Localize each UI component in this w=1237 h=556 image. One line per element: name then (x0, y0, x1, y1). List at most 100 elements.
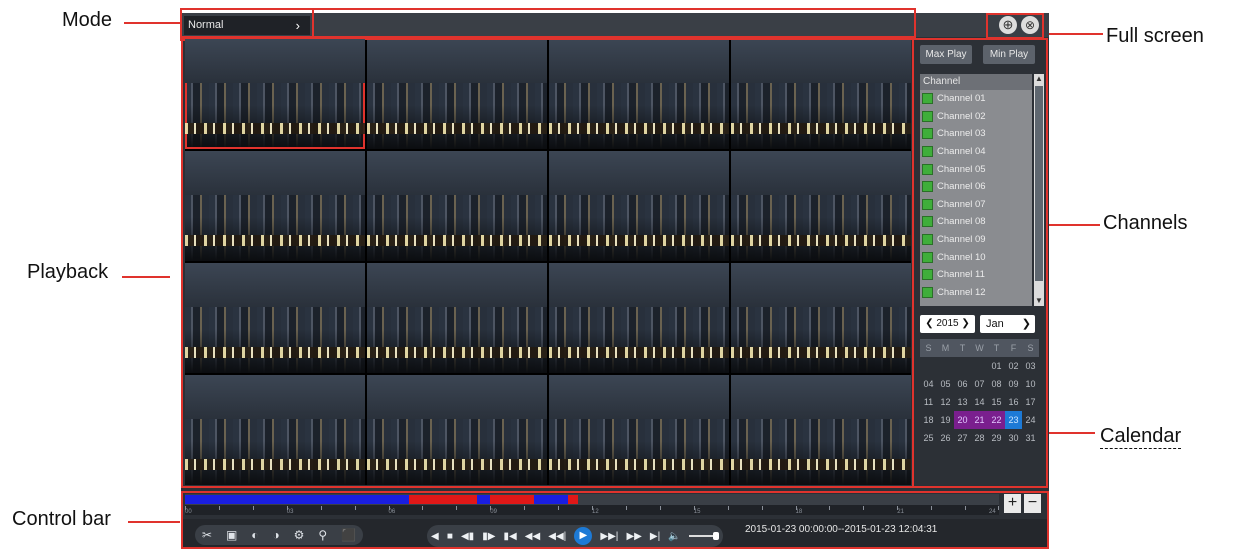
calendar-day[interactable]: 24 (1022, 411, 1039, 429)
playback-tile[interactable] (185, 375, 365, 485)
calendar-day[interactable]: 31 (1022, 429, 1039, 447)
min-play-button[interactable]: Min Play (983, 45, 1035, 64)
playback-tile[interactable] (185, 39, 365, 149)
channel-checkbox[interactable] (922, 93, 933, 105)
calendar-day[interactable]: 26 (937, 429, 954, 447)
channel-item[interactable]: Channel 01 (922, 90, 1032, 108)
calendar-day[interactable]: 25 (920, 429, 937, 447)
scroll-down-icon[interactable]: ▼ (1034, 296, 1044, 306)
frame-forward-icon[interactable]: ▮▶ (482, 531, 495, 542)
calendar-day[interactable]: 28 (971, 429, 988, 447)
chevron-left-icon[interactable]: ❮ (925, 318, 936, 329)
stop-icon[interactable]: ■ (447, 531, 453, 542)
record-segment[interactable] (568, 495, 579, 504)
calendar-day[interactable]: 18 (920, 411, 937, 429)
record-segment[interactable] (534, 495, 569, 504)
channel-item[interactable]: Channel 12 (922, 284, 1032, 302)
calendar-day[interactable]: 20 (954, 411, 971, 429)
scroll-up-icon[interactable]: ▲ (1034, 74, 1044, 84)
camera-icon[interactable]: ⬛ (341, 528, 356, 542)
calendar-day[interactable]: 22 (988, 411, 1005, 429)
calendar-day[interactable]: 10 (1022, 375, 1039, 393)
max-play-button[interactable]: Max Play (920, 45, 972, 64)
playback-tile[interactable] (549, 263, 729, 373)
snapshot-icon[interactable]: ◐ (251, 528, 258, 542)
calendar-day[interactable]: 15 (988, 393, 1005, 411)
channel-scrollbar[interactable]: ▲ ▼ (1034, 74, 1044, 306)
calendar-day[interactable]: 11 (920, 393, 937, 411)
playback-tile[interactable] (367, 39, 547, 149)
calendar-day[interactable]: 01 (988, 357, 1005, 375)
calendar-day[interactable]: 29 (988, 429, 1005, 447)
calendar-day[interactable]: 12 (937, 393, 954, 411)
channel-item[interactable]: Channel 03 (922, 125, 1032, 143)
calendar-day[interactable]: 04 (920, 375, 937, 393)
channel-checkbox[interactable] (922, 163, 933, 175)
playback-tile[interactable] (731, 263, 911, 373)
channel-item[interactable]: Channel 02 (922, 108, 1032, 126)
volume-icon[interactable]: 🔈 (668, 531, 680, 542)
chevron-right-icon[interactable]: ❯ (959, 318, 969, 329)
playback-tile[interactable] (549, 151, 729, 261)
calendar-day[interactable]: 16 (1005, 393, 1022, 411)
calendar-day[interactable]: 21 (971, 411, 988, 429)
playback-tile[interactable] (367, 375, 547, 485)
channel-checkbox[interactable] (922, 146, 933, 158)
play-icon[interactable]: ▶ (574, 527, 593, 545)
calendar-day[interactable]: 17 (1022, 393, 1039, 411)
channel-checkbox[interactable] (922, 251, 933, 263)
fullscreen-icon[interactable]: ⊕ (999, 16, 1017, 34)
channel-checkbox[interactable] (922, 128, 933, 140)
calendar-day[interactable]: 05 (937, 375, 954, 393)
cut-icon[interactable]: ✂ (202, 528, 212, 542)
reverse-play-icon[interactable]: ◀ (431, 531, 439, 542)
zoom-in-button[interactable]: + (1004, 494, 1021, 513)
channel-checkbox[interactable] (922, 269, 933, 281)
channel-item[interactable]: Channel 10 (922, 248, 1032, 266)
year-selector[interactable]: ❮ 2015 ❯ (920, 315, 975, 333)
playback-tile[interactable] (731, 151, 911, 261)
calendar-day[interactable]: 08 (988, 375, 1005, 393)
calendar-day[interactable]: 23 (1005, 411, 1022, 429)
scroll-thumb[interactable] (1035, 86, 1043, 281)
calendar-day[interactable]: 13 (954, 393, 971, 411)
channel-checkbox[interactable] (922, 234, 933, 246)
channel-item[interactable]: Channel 04 (922, 143, 1032, 161)
calendar-day[interactable]: 09 (1005, 375, 1022, 393)
record-segment[interactable] (185, 495, 409, 504)
calendar-day[interactable]: 30 (1005, 429, 1022, 447)
channel-checkbox[interactable] (922, 110, 933, 122)
timeline-track[interactable] (185, 494, 999, 505)
close-icon[interactable]: ⊗ (1021, 16, 1039, 34)
channel-checkbox[interactable] (922, 181, 933, 193)
record-segment[interactable] (476, 495, 491, 504)
calendar-day[interactable]: 03 (1022, 357, 1039, 375)
calendar-day[interactable]: 06 (954, 375, 971, 393)
month-selector[interactable]: Jan ❯ (980, 315, 1035, 333)
next-icon[interactable]: ▶| (650, 531, 660, 542)
playback-tile[interactable] (185, 263, 365, 373)
playback-tile[interactable] (731, 39, 911, 149)
calendar-day[interactable]: 07 (971, 375, 988, 393)
tag-icon[interactable]: ◑ (272, 528, 279, 542)
save-icon[interactable]: ▣ (226, 528, 237, 542)
mode-selector[interactable]: Normal › (184, 16, 310, 35)
frame-back-icon[interactable]: ◀▮ (461, 531, 474, 542)
channel-item[interactable]: Channel 11 (922, 266, 1032, 284)
volume-slider[interactable] (688, 532, 719, 540)
playback-tile[interactable] (367, 263, 547, 373)
calendar-day[interactable]: 14 (971, 393, 988, 411)
playback-tile[interactable] (731, 375, 911, 485)
slow-icon[interactable]: ◀◀| (548, 531, 566, 542)
playback-tile[interactable] (367, 151, 547, 261)
settings-icon[interactable]: ⚙ (294, 528, 305, 542)
record-segment[interactable] (408, 495, 477, 504)
record-segment[interactable] (490, 495, 535, 504)
playback-tile[interactable] (185, 151, 365, 261)
channel-item[interactable]: Channel 09 (922, 231, 1032, 249)
channel-checkbox[interactable] (922, 286, 933, 298)
channel-item[interactable]: Channel 05 (922, 160, 1032, 178)
timeline[interactable]: 00 03 06 09 12 15 18 21 24 (185, 494, 999, 515)
search-icon[interactable]: ⚲ (318, 528, 327, 542)
calendar-day[interactable]: 27 (954, 429, 971, 447)
